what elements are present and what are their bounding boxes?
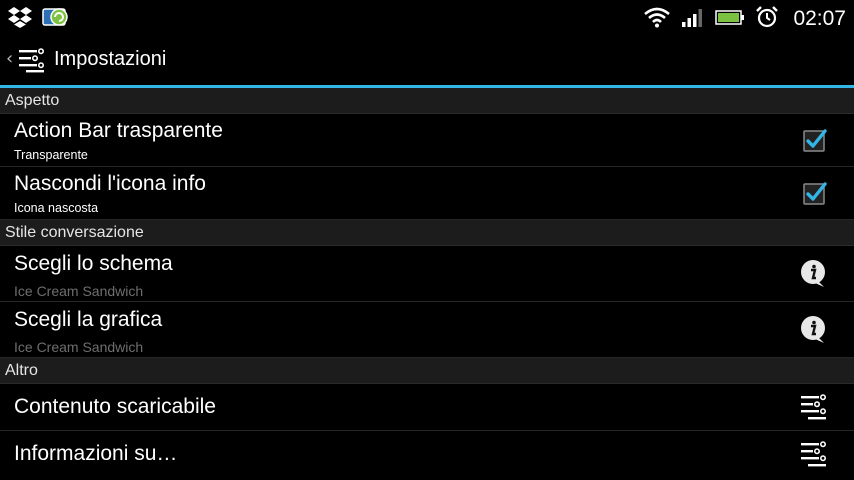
pref-title: Nascondi l'icona info xyxy=(14,172,206,195)
pref-title: Scegli lo schema xyxy=(14,252,173,275)
checkbox-checked[interactable] xyxy=(802,127,828,157)
pref-summary: Ice Cream Sandwich xyxy=(14,283,144,299)
page-title: Impostazioni xyxy=(54,48,167,70)
chevron-left-icon: ‹ xyxy=(6,48,14,69)
pref-about[interactable]: Informazioni su… xyxy=(0,431,854,477)
signal-icon xyxy=(681,6,705,32)
dropbox-icon xyxy=(8,6,32,32)
settings-list-icon xyxy=(800,441,828,473)
settings-list-icon xyxy=(18,47,46,77)
app-sync-icon xyxy=(42,6,70,32)
pref-title: Scegli la grafica xyxy=(14,308,163,331)
pref-choose-scheme[interactable]: Scegli lo schema Ice Cream Sandwich xyxy=(0,246,854,302)
pref-hide-info-icon[interactable]: Nascondi l'icona info Icona nascosta xyxy=(0,167,854,220)
section-header-altro: Altro xyxy=(0,358,854,384)
pref-title: Action Bar trasparente xyxy=(14,119,223,142)
alarm-icon xyxy=(755,5,779,33)
pref-downloadable-content[interactable]: Contenuto scaricabile xyxy=(0,384,854,431)
clock: 02:07 xyxy=(793,7,846,30)
pref-transparent-actionbar[interactable]: Action Bar trasparente Transparente xyxy=(0,114,854,167)
section-header-aspetto: Aspetto xyxy=(0,88,854,114)
status-bar: 02:07 xyxy=(0,0,854,35)
pref-title: Contenuto scaricabile xyxy=(14,395,216,418)
section-header-stile: Stile conversazione xyxy=(0,220,854,246)
info-icon[interactable] xyxy=(798,315,828,349)
checkbox-checked[interactable] xyxy=(802,180,828,210)
pref-choose-graphics[interactable]: Scegli la grafica Ice Cream Sandwich xyxy=(0,302,854,358)
action-bar: ‹ Impostazioni xyxy=(0,34,854,88)
wifi-icon xyxy=(643,6,671,32)
pref-summary: Transparente xyxy=(14,148,88,162)
pref-summary: Ice Cream Sandwich xyxy=(14,339,144,355)
pref-title: Informazioni su… xyxy=(14,442,178,465)
settings-list-icon xyxy=(800,394,828,426)
preferences-list: Aspetto Action Bar trasparente Transpare… xyxy=(0,88,854,477)
pref-summary: Icona nascosta xyxy=(14,201,99,215)
info-icon[interactable] xyxy=(798,259,828,293)
battery-icon xyxy=(715,6,745,32)
